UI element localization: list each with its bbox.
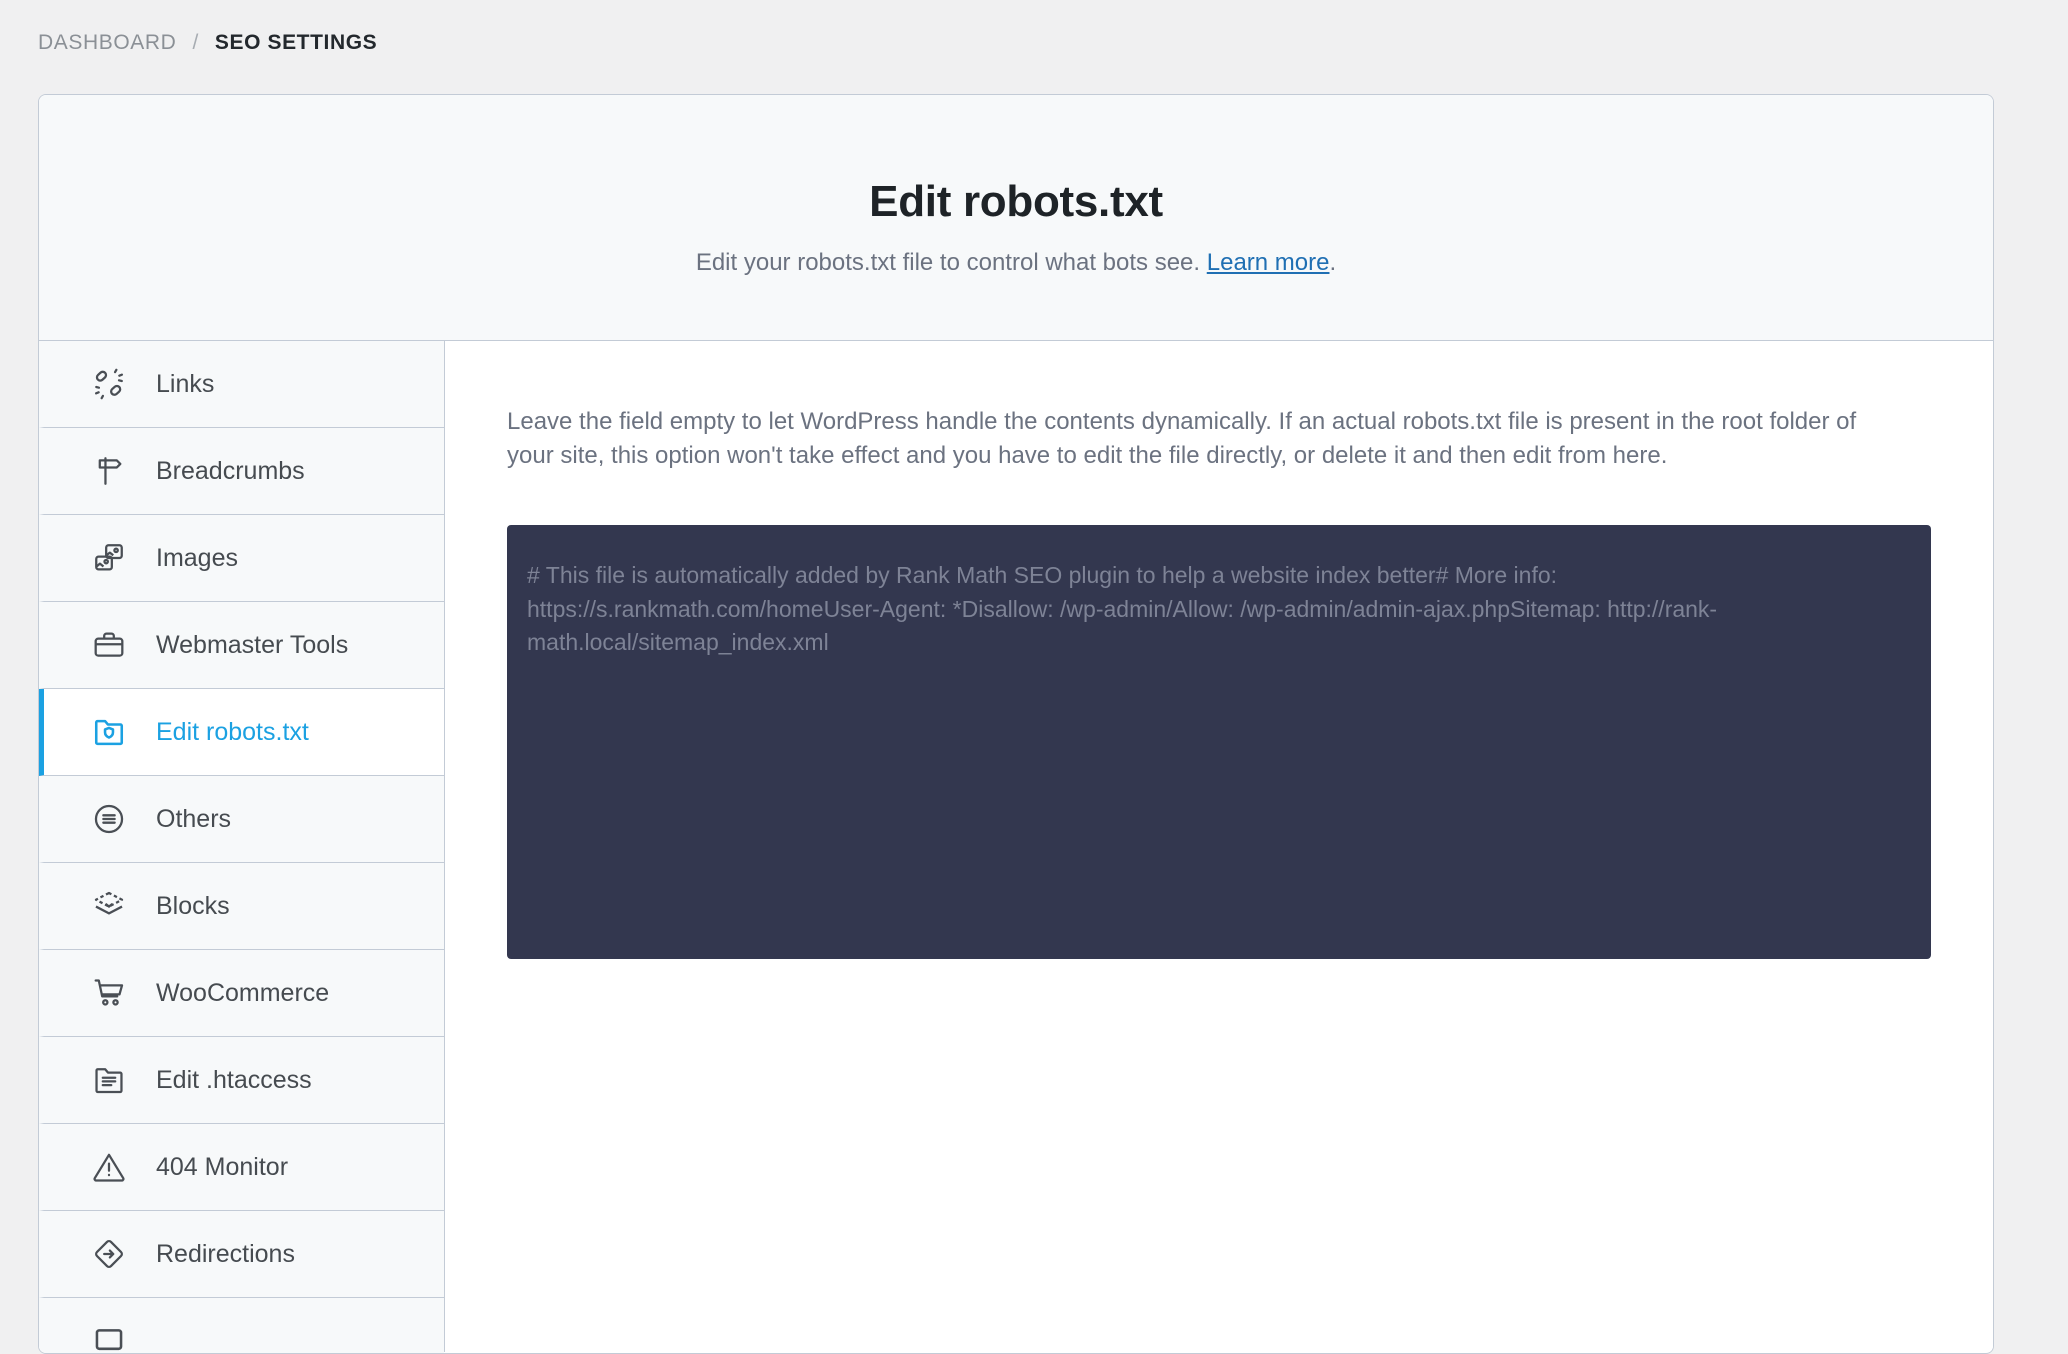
settings-sidebar: Links Breadcrumbs Images Webmaster Tools… (39, 341, 445, 1353)
panel-header: Edit robots.txt Edit your robots.txt fil… (39, 95, 1993, 341)
sidebar-item-label: WooCommerce (156, 978, 330, 1007)
sidebar-item-label: Links (156, 369, 215, 398)
sidebar-item-label: Others (156, 804, 232, 833)
sidebar-item-links[interactable]: Links (39, 341, 444, 428)
sidebar-item-label: Edit .htaccess (156, 1065, 312, 1094)
page-subtitle-text: Edit your robots.txt file to control wha… (695, 248, 1207, 276)
breadcrumb-current-page: SEO SETTINGS (214, 31, 378, 54)
sidebar-item-label: Blocks (156, 891, 230, 920)
broken-link-icon (90, 365, 128, 403)
sidebar-item-404-monitor[interactable]: 404 Monitor (39, 1124, 444, 1211)
robots-txt-editor[interactable]: # This file is automatically added by Ra… (507, 525, 1931, 960)
folder-shield-icon (90, 713, 128, 751)
diamond-arrow-icon (90, 1235, 128, 1273)
warning-triangle-icon (90, 1148, 128, 1186)
panel-body: Links Breadcrumbs Images Webmaster Tools… (39, 341, 1993, 1353)
sidebar-item-blocks[interactable]: Blocks (39, 863, 444, 950)
learn-more-link[interactable]: Learn more (1207, 249, 1330, 276)
signpost-icon (90, 452, 128, 490)
sidebar-item-others[interactable]: Others (39, 776, 444, 863)
robots-intro-text: Leave the field empty to let WordPress h… (507, 408, 1857, 470)
sidebar-item-label: Edit robots.txt (156, 717, 309, 746)
sidebar-item-label: Webmaster Tools (156, 630, 349, 659)
sidebar-item-images[interactable]: Images (39, 515, 444, 602)
page-subtitle: Edit your robots.txt file to control wha… (696, 249, 1336, 277)
sidebar-item-label: Breadcrumbs (156, 456, 305, 485)
briefcase-icon (90, 626, 128, 664)
sidebar-item-edit-htaccess[interactable]: Edit .htaccess (39, 1037, 444, 1124)
sidebar-item-breadcrumbs[interactable]: Breadcrumbs (39, 428, 444, 515)
cart-icon (90, 974, 128, 1012)
page-title: Edit robots.txt (869, 176, 1163, 226)
sidebar-item-partial[interactable] (39, 1298, 444, 1353)
partial-icon (90, 1322, 128, 1353)
robots-txt-placeholder: # This file is automatically added by Ra… (527, 562, 1718, 655)
sidebar-item-webmaster-tools[interactable]: Webmaster Tools (39, 602, 444, 689)
images-icon (90, 539, 128, 577)
page-subtitle-period: . (1329, 248, 1337, 276)
seo-settings-panel: Edit robots.txt Edit your robots.txt fil… (38, 94, 1994, 1354)
breadcrumb: DASHBOARD / SEO SETTINGS (0, 0, 2068, 86)
settings-content: Leave the field empty to let WordPress h… (445, 341, 1993, 1352)
breadcrumb-dashboard-link[interactable]: DASHBOARD (38, 31, 176, 55)
sidebar-item-redirections[interactable]: Redirections (39, 1211, 444, 1298)
folder-lines-icon (90, 1061, 128, 1099)
breadcrumb-separator: / (192, 31, 199, 54)
list-circle-icon (90, 800, 128, 838)
sidebar-item-label: Redirections (156, 1239, 295, 1268)
layers-icon (90, 887, 128, 925)
sidebar-item-edit-robots-txt[interactable]: Edit robots.txt (39, 689, 444, 776)
sidebar-item-label: 404 Monitor (156, 1152, 289, 1181)
sidebar-item-woocommerce[interactable]: WooCommerce (39, 950, 444, 1037)
sidebar-item-label: Images (156, 543, 238, 572)
